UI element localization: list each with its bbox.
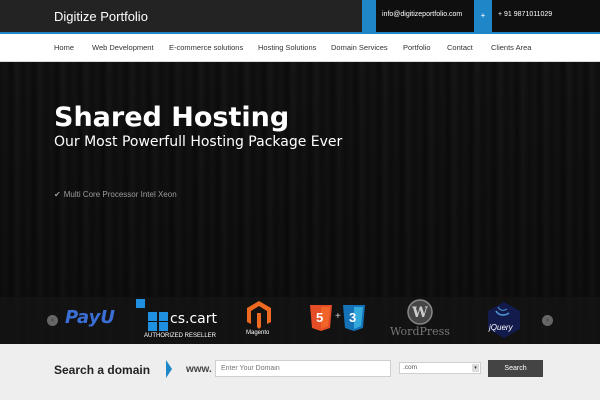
nav-hosting[interactable]: Hosting Solutions: [258, 43, 316, 52]
nav-contact[interactable]: Contact: [447, 43, 473, 52]
payu-logo[interactable]: PayU: [65, 307, 115, 328]
email-text: info@digitizeportfolio.com: [382, 11, 463, 18]
nav-web-development[interactable]: Web Development: [92, 43, 154, 52]
cscart-logo[interactable]: cs.cart AUTHORIZED RESELLER: [136, 299, 222, 342]
nav-clients-area[interactable]: Clients Area: [491, 43, 531, 52]
www-prefix: www.: [186, 364, 212, 375]
wordpress-logo-text: WordPress: [390, 325, 450, 338]
nav-domain[interactable]: Domain Services: [331, 43, 388, 52]
hero-feature-text: Multi Core Processor Intel Xeon: [63, 190, 177, 199]
contact-email[interactable]: info@digitizeportfolio.com: [362, 0, 474, 32]
brand-name[interactable]: Digitize Portfolio: [54, 9, 148, 24]
wordpress-icon: W: [407, 299, 433, 325]
hero-feature: ✔ Multi Core Processor Intel Xeon: [54, 190, 177, 199]
carousel-prev-button[interactable]: ‹: [47, 315, 58, 326]
arrow-right-icon: [166, 360, 172, 378]
chevron-down-icon: ▾: [472, 364, 479, 372]
html5-label: 5: [316, 310, 324, 325]
nav-ecommerce[interactable]: E-commerce solutions: [169, 43, 243, 52]
partner-logo-carousel: ‹ PayU cs.cart AUTHORIZED RESELLER Magen…: [0, 297, 600, 344]
nav-home[interactable]: Home: [54, 43, 74, 52]
wordpress-logo[interactable]: W WordPress: [390, 299, 460, 343]
domain-search-bar: Search a domain www. .com ▾ Search: [0, 344, 600, 400]
svg-text:W: W: [411, 305, 428, 321]
magento-icon: [247, 301, 271, 329]
domain-search-label: Search a domain: [54, 363, 151, 377]
search-button[interactable]: Search: [488, 360, 543, 377]
magento-logo[interactable]: Magento: [244, 301, 274, 341]
jquery-logo[interactable]: jQuery: [487, 302, 521, 338]
main-nav: Home Web Development E-commerce solution…: [0, 34, 600, 62]
phone-text: + 91 9871011029: [498, 11, 553, 18]
cscart-subtitle: AUTHORIZED RESELLER: [144, 333, 217, 339]
tld-selected-value: .com: [403, 364, 418, 371]
tld-select[interactable]: .com ▾: [399, 362, 481, 374]
hero-subtitle: Our Most Powerfull Hosting Package Ever: [54, 134, 343, 150]
cscart-logo-text: cs.cart: [170, 311, 217, 327]
top-bar: Digitize Portfolio info@digitizeportfoli…: [0, 0, 600, 34]
jquery-icon: [488, 302, 520, 338]
jquery-logo-text: jQuery: [489, 323, 513, 332]
html5-css3-logo[interactable]: 5 + 3: [310, 305, 376, 335]
hero-banner: Shared Hosting Our Most Powerfull Hostin…: [0, 62, 600, 344]
hero-title: Shared Hosting: [54, 102, 290, 133]
carousel-next-button[interactable]: ›: [542, 315, 553, 326]
contact-phone: + + 91 9871011029: [474, 0, 600, 32]
phone-icon: +: [474, 0, 492, 32]
plus-label: +: [335, 311, 341, 322]
cscart-icon: [136, 299, 168, 331]
css3-label: 3: [349, 310, 357, 325]
domain-input[interactable]: [215, 360, 391, 377]
payu-logo-text: PayU: [65, 307, 115, 328]
email-icon: [362, 0, 376, 32]
nav-portfolio[interactable]: Portfolio: [403, 43, 431, 52]
magento-logo-text: Magento: [246, 330, 270, 336]
check-icon: ✔: [54, 190, 61, 199]
